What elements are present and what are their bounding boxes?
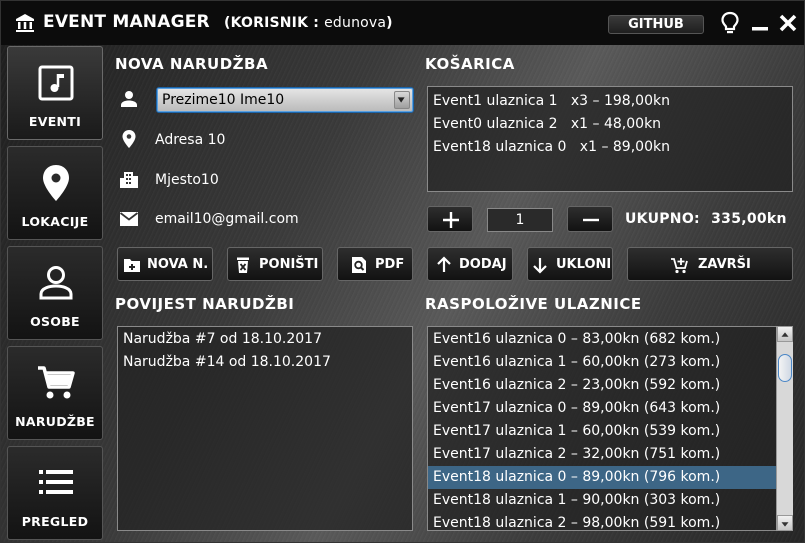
sidebar-item-label: NARUDŽBE bbox=[15, 414, 95, 429]
app-title: EVENT MANAGER bbox=[43, 12, 210, 32]
user-info: (KORISNIK : edunova) bbox=[224, 15, 393, 31]
trash-icon bbox=[237, 257, 249, 273]
new-order-button[interactable]: NOVA N. bbox=[117, 247, 213, 281]
remove-button[interactable]: UKLONI bbox=[527, 247, 613, 281]
github-button[interactable]: GITHUB bbox=[608, 15, 704, 34]
city-value: Mjesto10 bbox=[155, 172, 219, 188]
shopping-cart-icon bbox=[38, 366, 75, 399]
cancel-button[interactable]: PONIŠTI bbox=[227, 247, 323, 281]
window-title: EVENT MANAGER (KORISNIK : edunova) bbox=[43, 12, 393, 32]
chevron-up-icon bbox=[781, 332, 789, 337]
sidebar-item-osobe[interactable]: OSOBE bbox=[7, 246, 103, 340]
user-suffix: ) bbox=[386, 15, 393, 31]
main-content: EVENTI LOKACIJE OSOBE NARUDŽBE PREGLED N… bbox=[1, 45, 804, 542]
person-icon bbox=[121, 91, 137, 107]
cart-add-icon bbox=[671, 258, 688, 274]
location-pin-icon bbox=[43, 165, 69, 201]
list-item[interactable]: Narudžba #7 od 18.10.2017 bbox=[118, 328, 412, 351]
sidebar-item-label: LOKACIJE bbox=[21, 214, 89, 229]
app-window: EVENT MANAGER (KORISNIK : edunova) GITHU… bbox=[0, 0, 805, 543]
chevron-down-icon[interactable] bbox=[394, 91, 410, 109]
list-item[interactable]: Event16 ulaznica 2 – 23,00kn (592 kom.) bbox=[428, 374, 777, 397]
list-item[interactable]: Event18 ulaznica 0 x1 – 89,00kn bbox=[428, 136, 792, 159]
list-item[interactable]: Event17 ulaznica 1 – 60,00kn (539 kom.) bbox=[428, 420, 777, 443]
list-item[interactable]: Event0 ulaznica 2 x1 – 48,00kn bbox=[428, 113, 792, 136]
email-value: email10@gmail.com bbox=[155, 211, 299, 227]
plus-icon bbox=[443, 212, 459, 228]
sidebar-item-lokacije[interactable]: LOKACIJE bbox=[7, 146, 103, 240]
total-value: 335,00kn bbox=[711, 211, 787, 227]
cancel-label: PONIŠTI bbox=[259, 257, 319, 272]
add-button[interactable]: DODAJ bbox=[427, 247, 513, 281]
remove-label: UKLONI bbox=[556, 257, 612, 272]
new-order-title: NOVA NARUDŽBA bbox=[115, 55, 269, 73]
list-item[interactable]: Narudžba #14 od 18.10.2017 bbox=[118, 351, 412, 374]
location-pin-icon bbox=[122, 130, 136, 148]
arrow-up-icon bbox=[437, 256, 451, 272]
sidebar-item-eventi[interactable]: EVENTI bbox=[7, 46, 103, 140]
list-item[interactable]: Event16 ulaznica 1 – 60,00kn (273 kom.) bbox=[428, 351, 777, 374]
scroll-up-button[interactable] bbox=[777, 326, 793, 342]
lightbulb-icon[interactable] bbox=[719, 11, 741, 35]
cart-list[interactable]: Event1 ulaznica 1 x3 – 198,00kn Event0 u… bbox=[427, 86, 793, 192]
history-list[interactable]: Narudžba #7 od 18.10.2017 Narudžba #14 o… bbox=[117, 326, 413, 531]
city-buildings-icon bbox=[120, 172, 138, 188]
list-item-selected[interactable]: Event18 ulaznica 0 – 89,00kn (796 kom.) bbox=[428, 466, 777, 489]
list-item[interactable]: Event1 ulaznica 1 x3 – 198,00kn bbox=[428, 90, 792, 113]
pdf-label: PDF bbox=[375, 257, 405, 272]
customer-select[interactable]: Prezime10 Ime10 bbox=[156, 87, 414, 113]
finish-label: ZAVRŠI bbox=[698, 257, 751, 272]
list-item[interactable]: Event18 ulaznica 1 – 90,00kn (303 kom.) bbox=[428, 489, 777, 512]
sidebar-item-label: PREGLED bbox=[21, 514, 89, 529]
sidebar-item-pregled[interactable]: PREGLED bbox=[7, 446, 103, 540]
increase-quantity-button[interactable] bbox=[427, 206, 473, 232]
customer-select-value: Prezime10 Ime10 bbox=[162, 92, 285, 108]
arrow-down-icon bbox=[533, 258, 547, 274]
finish-button[interactable]: ZAVRŠI bbox=[627, 247, 793, 281]
sidebar-item-label: EVENTI bbox=[28, 114, 82, 129]
music-note-icon bbox=[38, 65, 74, 101]
available-tickets-scrollbar[interactable] bbox=[776, 326, 793, 531]
person-icon bbox=[39, 266, 73, 300]
new-order-label: NOVA N. bbox=[147, 257, 209, 272]
cart-title: KOŠARICA bbox=[425, 55, 515, 73]
list-item[interactable]: Event18 ulaznica 2 – 98,00kn (591 kom.) bbox=[428, 512, 777, 530]
list-icon bbox=[39, 470, 73, 494]
bank-icon bbox=[16, 14, 34, 32]
user-name: edunova bbox=[324, 15, 387, 31]
list-item[interactable]: Event17 ulaznica 2 – 32,00kn (751 kom.) bbox=[428, 443, 777, 466]
scroll-thumb[interactable] bbox=[778, 354, 792, 382]
address-value: Adresa 10 bbox=[155, 132, 226, 148]
total-display: UKUPNO: 335,00kn bbox=[625, 211, 787, 227]
chevron-down-icon bbox=[781, 522, 789, 527]
close-icon[interactable] bbox=[777, 11, 799, 35]
sidebar-item-label: OSOBE bbox=[30, 314, 80, 329]
list-item[interactable]: Event16 ulaznica 0 – 83,00kn (682 kom.) bbox=[428, 328, 777, 351]
new-document-icon bbox=[124, 259, 140, 272]
scroll-down-button[interactable] bbox=[777, 515, 793, 531]
list-item[interactable]: Event17 ulaznica 0 – 89,00kn (643 kom.) bbox=[428, 397, 777, 420]
history-title: POVIJEST NARUDŽBI bbox=[115, 295, 295, 313]
quantity-input[interactable]: 1 bbox=[487, 208, 553, 232]
add-label: DODAJ bbox=[459, 257, 507, 272]
available-tickets-list[interactable]: Event16 ulaznica 0 – 83,00kn (682 kom.) … bbox=[427, 326, 793, 531]
minus-icon bbox=[583, 218, 599, 222]
user-prefix: (KORISNIK : bbox=[223, 15, 325, 31]
decrease-quantity-button[interactable] bbox=[567, 206, 613, 232]
pdf-search-icon bbox=[352, 257, 366, 273]
sidebar-item-narudzbe[interactable]: NARUDŽBE bbox=[7, 346, 103, 440]
email-icon bbox=[119, 212, 139, 226]
pdf-button[interactable]: PDF bbox=[337, 247, 413, 281]
title-bar: EVENT MANAGER (KORISNIK : edunova) GITHU… bbox=[1, 1, 804, 45]
available-tickets-title: RASPOLOŽIVE ULAZNICE bbox=[425, 295, 642, 313]
total-label: UKUPNO: bbox=[625, 211, 700, 227]
minimize-icon[interactable] bbox=[749, 11, 771, 35]
